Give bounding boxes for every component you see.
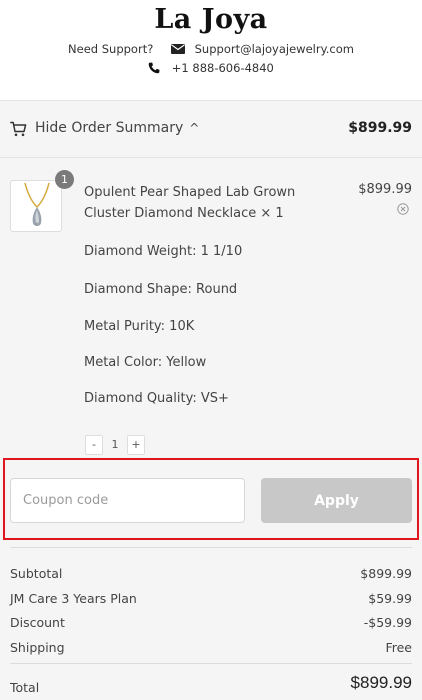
discount-value: -$59.99	[363, 615, 412, 630]
attr-metal-color: Metal Color: Yellow	[84, 355, 207, 370]
total-value: $899.99	[350, 673, 412, 692]
remove-item-icon[interactable]	[397, 203, 409, 215]
cart-icon	[10, 121, 27, 137]
mail-icon	[170, 44, 185, 54]
product-name: Opulent Pear Shaped Lab Grown Cluster Di…	[84, 185, 296, 221]
shipping-label: Shipping	[10, 640, 65, 655]
discount-label: Discount	[10, 615, 65, 630]
product-price: $899.99	[358, 182, 412, 197]
support-phone-link[interactable]: +1 888-606-4840	[172, 61, 274, 75]
support-email-link[interactable]: Support@lajoyajewelry.com	[195, 42, 354, 56]
quantity-badge: 1	[55, 170, 74, 189]
subtotal-value: $899.99	[360, 566, 412, 581]
attr-metal-purity: Metal Purity: 10K	[84, 319, 195, 334]
total-label: Total	[10, 680, 40, 695]
store-header: La Joya Need Support? Support@lajoyajewe…	[0, 0, 422, 100]
divider	[10, 663, 412, 664]
phone-icon	[148, 62, 160, 74]
coupon-code-input[interactable]	[10, 478, 245, 523]
quantity-value[interactable]: 1	[103, 435, 127, 455]
summary-total: $899.99	[348, 120, 412, 136]
subtotal-label: Subtotal	[10, 566, 63, 581]
necklace-icon	[24, 182, 50, 226]
care-plan-label: JM Care 3 Years Plan	[10, 591, 137, 606]
increase-quantity-button[interactable]: +	[127, 435, 145, 455]
decrease-quantity-button[interactable]: -	[85, 435, 103, 455]
attr-diamond-quality: Diamond Quality: VS+	[84, 391, 229, 406]
order-summary-label[interactable]: Hide Order Summary ^	[35, 120, 199, 136]
care-plan-value: $59.99	[368, 591, 412, 606]
apply-coupon-button[interactable]: Apply	[261, 478, 412, 523]
chevron-up-icon: ^	[189, 121, 200, 135]
quantity-stepper: - 1 +	[85, 435, 145, 455]
support-label: Need Support?	[68, 42, 154, 56]
product-thumbnail	[10, 180, 62, 232]
shipping-value: Free	[385, 640, 412, 655]
divider	[10, 547, 412, 548]
attr-diamond-weight: Diamond Weight: 1 1/10	[84, 244, 243, 259]
store-logo[interactable]: La Joya	[0, 4, 422, 35]
order-summary-panel: 1 Opulent Pear Shaped Lab Grown Cluster …	[0, 158, 422, 700]
toggle-text: Hide Order Summary	[35, 120, 184, 136]
order-summary-toggle[interactable]: Hide Order Summary ^ $899.99	[0, 100, 422, 158]
phone-row: +1 888-606-4840	[0, 61, 422, 75]
support-row: Need Support? Support@lajoyajewelry.com	[0, 42, 422, 56]
attr-diamond-shape: Diamond Shape: Round	[84, 282, 238, 297]
